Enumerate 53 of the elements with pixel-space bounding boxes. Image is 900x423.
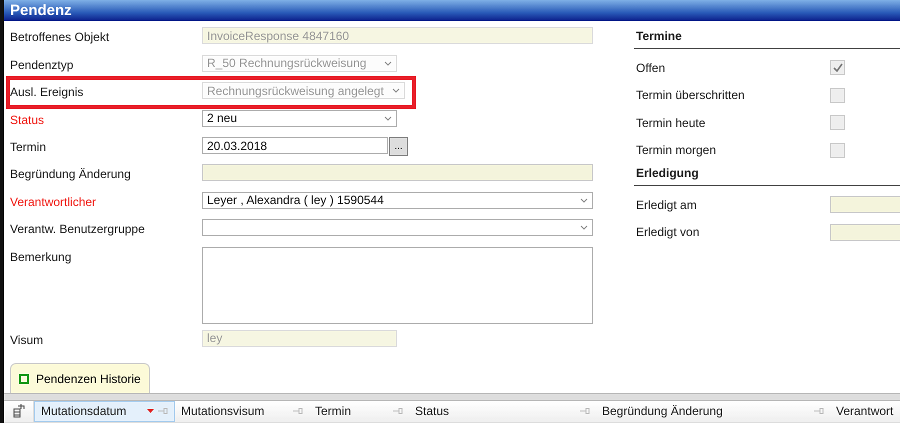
checkbox[interactable]: [830, 142, 845, 158]
field-label: Offen: [636, 60, 666, 75]
field-label: Erledigt am: [636, 198, 698, 212]
readonly-field: [830, 224, 900, 241]
sort-arrow-icon: [147, 409, 154, 414]
checkbox[interactable]: [830, 60, 845, 76]
section-heading: Termine: [634, 27, 900, 50]
date-picker-button[interactable]: ...: [389, 137, 408, 156]
caret-icon: [392, 88, 400, 94]
textarea-field[interactable]: [202, 246, 593, 324]
readonly-field: InvoiceResponse 4847160: [202, 27, 593, 44]
column-header[interactable]: Termin: [309, 400, 409, 422]
caret-icon: [384, 116, 392, 121]
field-label: Begründung Änderung: [10, 166, 132, 182]
dropdown[interactable]: [202, 219, 593, 236]
field-label: Termin überschritten: [636, 88, 746, 102]
field-label: Bemerkung: [10, 248, 72, 264]
field-label: Betroffenes Objekt: [10, 29, 110, 44]
column-header[interactable]: Mutationsvisum: [175, 400, 309, 422]
caret-icon: [580, 198, 588, 203]
pin-icon[interactable]: [158, 408, 168, 414]
column-header[interactable]: Mutationsdatum: [34, 400, 175, 422]
tab[interactable]: Pendenzen Historie: [10, 363, 150, 394]
column-chooser-icon[interactable]: [12, 404, 26, 418]
checkbox[interactable]: [830, 115, 845, 130]
dropdown[interactable]: 2 neu: [202, 110, 397, 127]
field-label: Termin heute: [636, 116, 706, 130]
date-field[interactable]: 20.03.2018: [202, 137, 388, 154]
pin-icon[interactable]: [393, 408, 403, 414]
field-label: Pendenztyp: [10, 56, 74, 72]
field-label: Visum: [10, 332, 44, 347]
checkbox[interactable]: [830, 88, 845, 103]
column-header[interactable]: Status: [409, 400, 596, 422]
pin-icon[interactable]: [580, 408, 590, 414]
window-title: Pendenz: [4, 0, 900, 22]
pin-icon[interactable]: [293, 408, 303, 414]
field-label: Status: [10, 112, 46, 127]
readonly-field: [830, 196, 900, 214]
field-label: Erledigt von: [636, 225, 700, 240]
column-header[interactable]: Verantwort: [830, 400, 900, 422]
pin-icon[interactable]: [814, 408, 824, 414]
caret-icon: [384, 60, 392, 66]
field-label: Verantwortlicher: [10, 194, 98, 209]
readonly-field: ley: [202, 330, 397, 347]
section-heading: Erledigung: [634, 164, 900, 186]
field-label: Ausl. Ereignis: [10, 84, 84, 100]
field-label: Verantw. Benutzergruppe: [10, 221, 146, 236]
dropdown[interactable]: Leyer , Alexandra ( ley ) 1590544: [202, 192, 593, 209]
caret-icon: [580, 225, 588, 230]
square-icon: [19, 374, 29, 384]
column-header[interactable]: Begründung Änderung: [596, 400, 830, 422]
field-label: Termin: [10, 139, 48, 154]
field-label: Termin morgen: [636, 143, 718, 158]
